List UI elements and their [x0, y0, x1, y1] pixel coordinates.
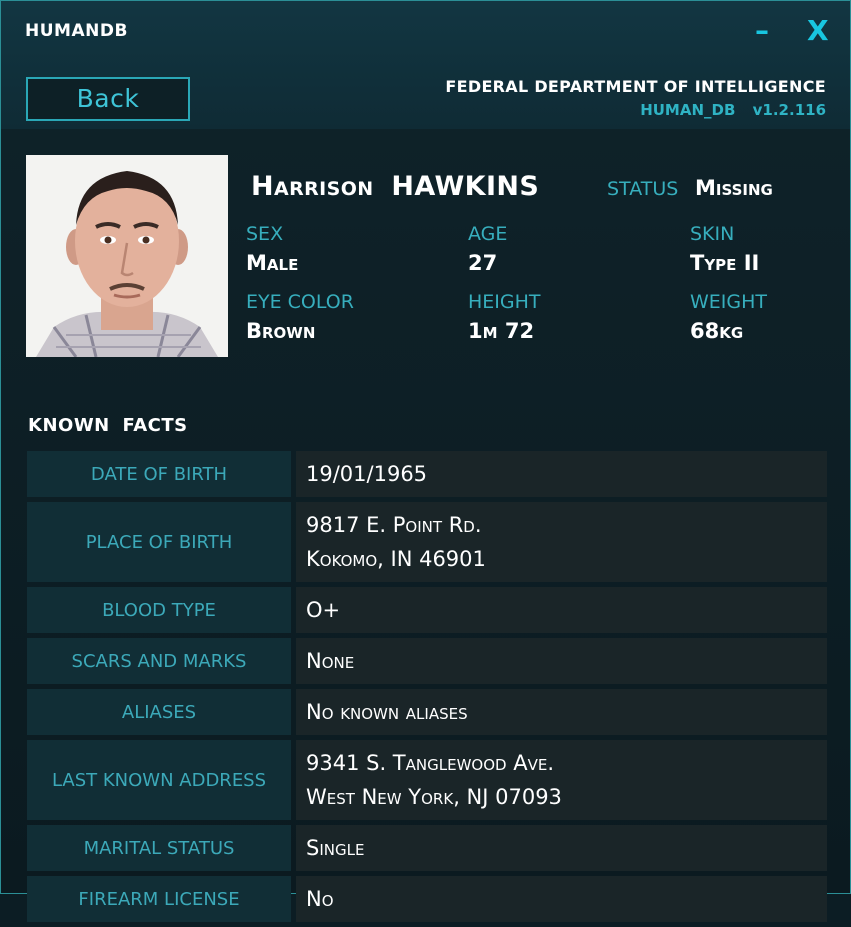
fact-value-line: O+ [306, 598, 341, 622]
fact-value: 9341 S. Tanglewood Ave. West New York, N… [296, 740, 827, 820]
database-name: HUMAN_DB [640, 101, 736, 119]
fact-row-blood-type: BLOOD TYPE O+ [27, 587, 827, 633]
fact-label: DATE OF BIRTH [27, 451, 291, 497]
fact-value: Single [296, 825, 827, 871]
attr-eye-color-value: Brown [246, 319, 316, 343]
known-facts-title: KNOWN FACTS [28, 415, 188, 436]
version-label: v1.2.116 [752, 101, 826, 119]
last-name: HAWKINS [391, 171, 540, 202]
attr-weight-value: 68kg [690, 319, 744, 343]
fact-value-line: No [306, 887, 334, 911]
fact-row-firearm-license: FIREARM LICENSE No [27, 876, 827, 922]
fact-value: None [296, 638, 827, 684]
fact-value: O+ [296, 587, 827, 633]
humandb-window: HUMANDB – X Back FEDERAL DEPARTMENT OF I… [0, 0, 851, 922]
app-title: HUMANDB [25, 21, 128, 41]
database-info: HUMAN_DB v1.2.116 [640, 101, 826, 119]
attr-age-label: AGE [468, 223, 508, 245]
status-label: STATUS [607, 178, 679, 200]
attr-sex-label: SEX [246, 223, 284, 245]
person-name: Harrison HAWKINS [251, 171, 539, 202]
status-value: Missing [695, 176, 773, 200]
fact-value-line: Single [306, 836, 365, 860]
profile-photo [26, 155, 228, 357]
attr-height-value: 1m 72 [468, 319, 535, 343]
fact-label: SCARS AND MARKS [27, 638, 291, 684]
fact-row-last-known-address: LAST KNOWN ADDRESS 9341 S. Tanglewood Av… [27, 740, 827, 820]
first-name: Harrison [251, 171, 374, 202]
fact-label: ALIASES [27, 689, 291, 735]
fact-value: No known aliases [296, 689, 827, 735]
attr-age-value: 27 [468, 251, 498, 275]
fact-value-line: None [306, 649, 355, 673]
fact-value-line: Kokomo, IN 46901 [306, 547, 486, 571]
fact-value-line: No known aliases [306, 700, 468, 724]
minimize-icon[interactable]: – [755, 11, 769, 51]
agency-name: FEDERAL DEPARTMENT OF INTELLIGENCE [445, 77, 826, 96]
fact-row-aliases: ALIASES No known aliases [27, 689, 827, 735]
fact-row-marital-status: MARITAL STATUS Single [27, 825, 827, 871]
title-bar: HUMANDB – X Back FEDERAL DEPARTMENT OF I… [1, 1, 850, 129]
known-facts-table: DATE OF BIRTH 19/01/1965 PLACE OF BIRTH … [27, 451, 827, 927]
fact-value-line: 9817 E. Point Rd. [306, 513, 482, 537]
attr-skin-label: SKIN [690, 223, 735, 245]
fact-row-place-of-birth: PLACE OF BIRTH 9817 E. Point Rd. Kokomo,… [27, 502, 827, 582]
attr-eye-color-label: EYE COLOR [246, 291, 354, 313]
fact-value-line: West New York, NJ 07093 [306, 785, 562, 809]
fact-label: BLOOD TYPE [27, 587, 291, 633]
fact-row-scars-and-marks: SCARS AND MARKS None [27, 638, 827, 684]
fact-value: 19/01/1965 [296, 451, 827, 497]
fact-value-line: 9341 S. Tanglewood Ave. [306, 751, 555, 775]
fact-label: MARITAL STATUS [27, 825, 291, 871]
fact-label: FIREARM LICENSE [27, 876, 291, 922]
attr-height-label: HEIGHT [468, 291, 541, 313]
fact-label: LAST KNOWN ADDRESS [27, 740, 291, 820]
attr-weight-label: WEIGHT [690, 291, 768, 313]
close-icon[interactable]: X [807, 11, 829, 51]
fact-value: 9817 E. Point Rd. Kokomo, IN 46901 [296, 502, 827, 582]
portrait-image [26, 155, 228, 357]
back-button[interactable]: Back [26, 77, 190, 121]
attr-sex-value: Male [246, 251, 299, 275]
fact-value: No [296, 876, 827, 922]
fact-row-date-of-birth: DATE OF BIRTH 19/01/1965 [27, 451, 827, 497]
attr-skin-value: Type II [690, 251, 760, 275]
fact-value-line: 19/01/1965 [306, 462, 428, 486]
fact-label: PLACE OF BIRTH [27, 502, 291, 582]
